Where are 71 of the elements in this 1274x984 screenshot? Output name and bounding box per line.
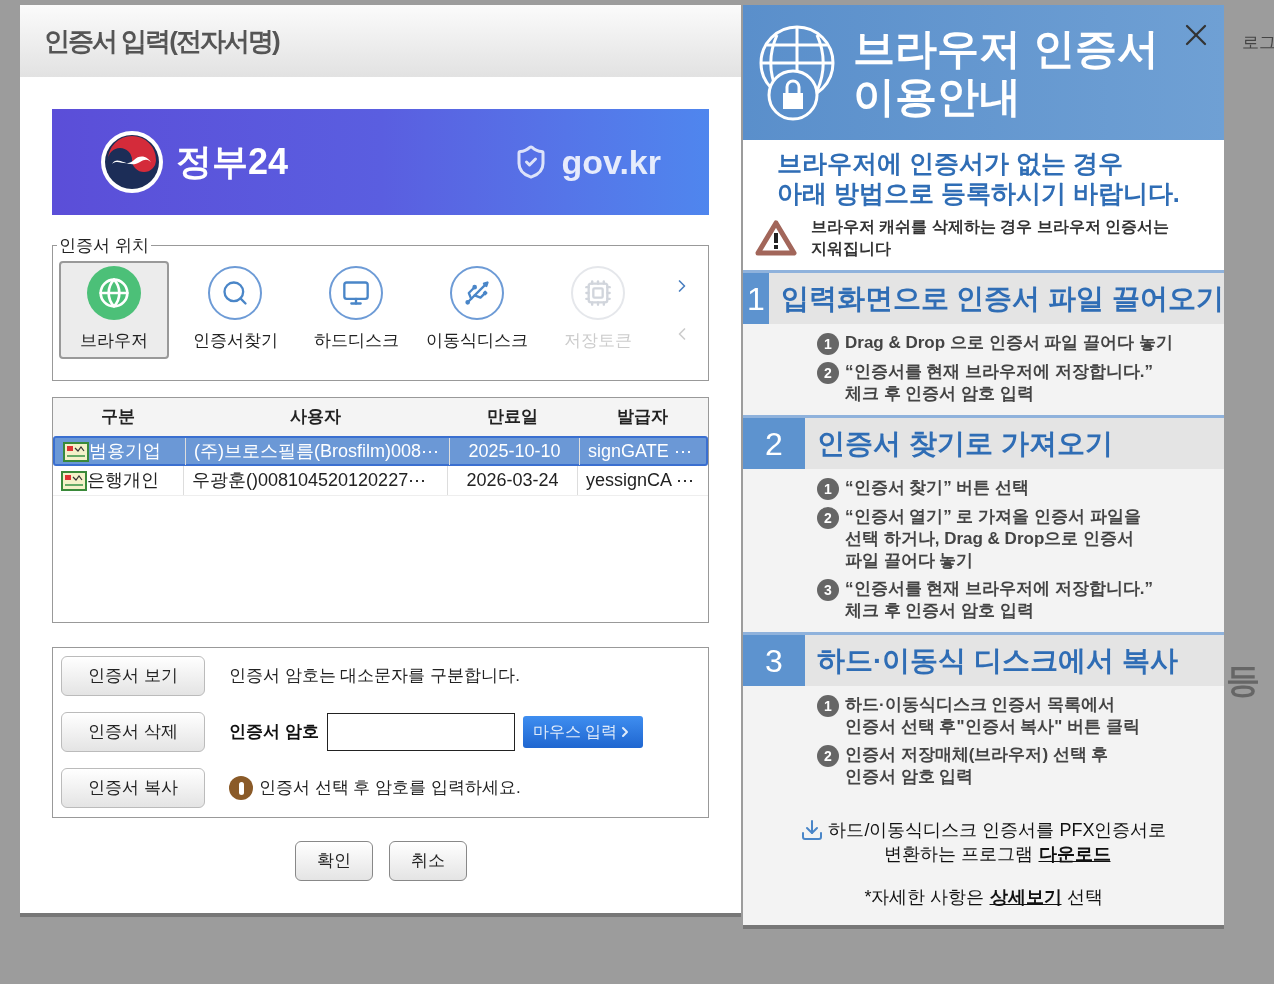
table-cell-text: 우광훈()008104520120227⋯	[192, 469, 427, 492]
step-text: “인증서를 현재 브라우저에 저장합니다.” 체크 후 인증서 암호 입력	[845, 578, 1153, 622]
certificate-icon	[63, 441, 89, 462]
section-number: 3	[743, 635, 805, 686]
location-option[interactable]: 인증서찾기	[180, 260, 290, 359]
step-text: 인증서 저장매체(브라우저) 선택 후 인증서 암호 입력	[845, 744, 1109, 788]
step-text: “인증서를 현재 브라우저에 저장합니다.” 체크 후 인증서 암호 입력	[845, 361, 1153, 405]
table-cell-text: (주)브로스필름(Brosfilm)008⋯	[194, 440, 439, 463]
download-icon	[800, 818, 825, 842]
password-field[interactable]	[326, 713, 515, 751]
certificate-icon	[61, 470, 87, 491]
step-text: “인증서 찾기” 버튼 선택	[845, 477, 1030, 499]
column-header: 사용자	[288, 406, 342, 429]
table-row[interactable]: 은행개인 우광훈()008104520120227⋯ 2026-03-24 yessignCA ⋯	[53, 466, 708, 496]
step-number: 2	[817, 362, 839, 384]
section-number: 1	[743, 273, 769, 324]
column-header: 구분	[100, 406, 136, 429]
section-number: 2	[743, 418, 805, 469]
step-text: 하드·이동식디스크 인증서 목록에서 인증서 선택 후"인증서 복사" 버튼 클릭	[845, 694, 1140, 738]
usb-icon	[463, 278, 491, 307]
dialog-button[interactable]: 확인	[294, 841, 373, 881]
section-title: 인증서 찾기로 가져오기	[805, 418, 1224, 469]
guide-subtitle: 브라우저에 인증서가 없는 경우 아래 방법으로 등록하시기 바랍니다.	[776, 148, 1181, 208]
step-number: 2	[817, 507, 839, 529]
detail-text: *자세한 사항은 상세보기 선택	[864, 886, 1103, 909]
globe-icon	[98, 276, 130, 309]
chip-icon	[584, 278, 612, 307]
action-button[interactable]: 인증서 삭제	[61, 712, 205, 752]
step-number: 3	[817, 579, 839, 601]
table-cell-text: signGATE ⋯	[588, 440, 692, 463]
table-cell-text: 은행개인	[87, 469, 159, 492]
table-cell-text: 2026-03-24	[466, 469, 559, 492]
dialog-title: 인증서 입력(전자서명)	[44, 24, 279, 58]
section-title: 하드·이동식 디스크에서 복사	[805, 635, 1224, 686]
mouse-input-button[interactable]: 마우스 입력	[522, 716, 644, 748]
guide-title: 이용안내	[853, 72, 1022, 121]
table-cell-text: 범용기업	[89, 440, 161, 463]
warning-text: 브라우저 캐쉬를 삭제하는 경우 브라우저 인증서는 지워집니다	[811, 217, 1170, 259]
step-text: “인증서 열기” 로 가져올 인증서 파일을 선택 하거나, Drag & Drop으로 인증서 파일 끌어다 놓기	[845, 506, 1141, 572]
dialog-button[interactable]: 취소	[388, 841, 467, 881]
action-button[interactable]: 인증서 보기	[61, 656, 205, 696]
emblem-icon	[100, 130, 164, 194]
table-cell-text: yessignCA ⋯	[586, 469, 695, 492]
step-number: 1	[817, 695, 839, 717]
background-text: 로그	[1242, 32, 1274, 54]
warning-icon	[755, 220, 797, 256]
password-hint: 인증서 선택 후 암호를 입력하세요.	[259, 777, 521, 800]
brand-name: 정부24	[176, 140, 289, 184]
exclamation-icon	[229, 776, 253, 800]
step-number: 2	[817, 745, 839, 767]
password-label: 인증서 암호	[229, 721, 319, 744]
table-cell-text: 2025-10-10	[468, 440, 561, 463]
location-option[interactable]: 하드디스크	[301, 260, 411, 359]
step-number: 1	[817, 333, 839, 355]
location-legend: 인증서 위치	[57, 233, 151, 259]
location-option[interactable]: 이동식디스크	[422, 260, 532, 359]
location-option[interactable]: 브라우저	[59, 260, 169, 359]
column-header: 만료일	[485, 406, 539, 429]
action-button[interactable]: 인증서 복사	[61, 768, 205, 808]
guide-title: 브라우저 인증서	[853, 24, 1159, 73]
step-text: Drag & Drop 으로 인증서 파일 끌어다 놓기	[845, 332, 1173, 354]
column-header: 발급자	[616, 406, 669, 429]
download-link[interactable]: 다운로드	[1038, 844, 1111, 864]
step-number: 1	[817, 478, 839, 500]
section-title: 입력화면으로 인증서 파일 끌어오기	[768, 273, 1224, 324]
monitor-icon	[342, 278, 370, 307]
domain-text: gov.kr	[561, 141, 661, 183]
download-text: 하드/이동식디스크 인증서를 PFX인증서로 변환하는 프로그램 다운로드	[828, 819, 1167, 866]
detail-link[interactable]: 상세보기	[989, 887, 1062, 907]
search-icon	[221, 278, 249, 307]
case-note: 인증서 암호는 대소문자를 구분합니다.	[229, 665, 520, 688]
